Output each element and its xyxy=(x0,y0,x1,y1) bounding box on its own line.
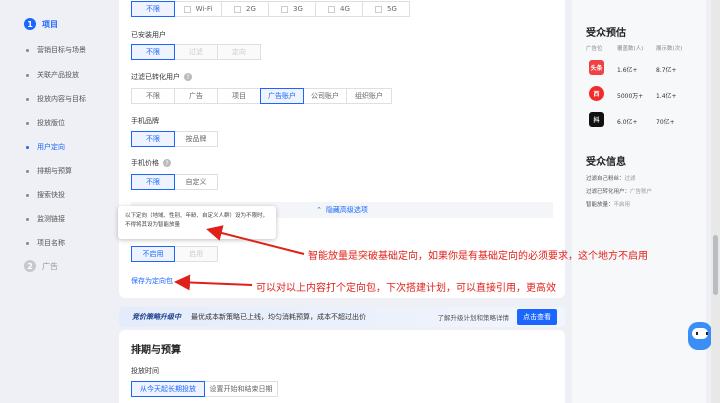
arrow-to-tooltip xyxy=(206,225,305,255)
schedule-option-long-term[interactable]: 从今天起长期投放 xyxy=(131,381,205,397)
converted-option-ad-account[interactable]: 广告账户 xyxy=(260,88,304,104)
annotation-smart-expansion: 智能放量是突破基础定向，如果你是有基础定向的必须要求，这个地方不启用 xyxy=(308,251,648,262)
arrow-to-save-package xyxy=(174,274,253,291)
annotation-save-package: 可以对以上内容打个定向包，下次搭建计划，可以直接引用，更高效 xyxy=(256,283,556,294)
installed-option-unlimited[interactable]: 不限 xyxy=(131,44,175,60)
smart-option-off[interactable]: 不启用 xyxy=(131,246,175,262)
network-option-unlimited[interactable]: 不限 xyxy=(131,1,175,17)
price-option-unlimited[interactable]: 不限 xyxy=(131,174,175,190)
annotation-arrows xyxy=(174,225,305,291)
brand-option-unlimited[interactable]: 不限 xyxy=(131,131,175,147)
